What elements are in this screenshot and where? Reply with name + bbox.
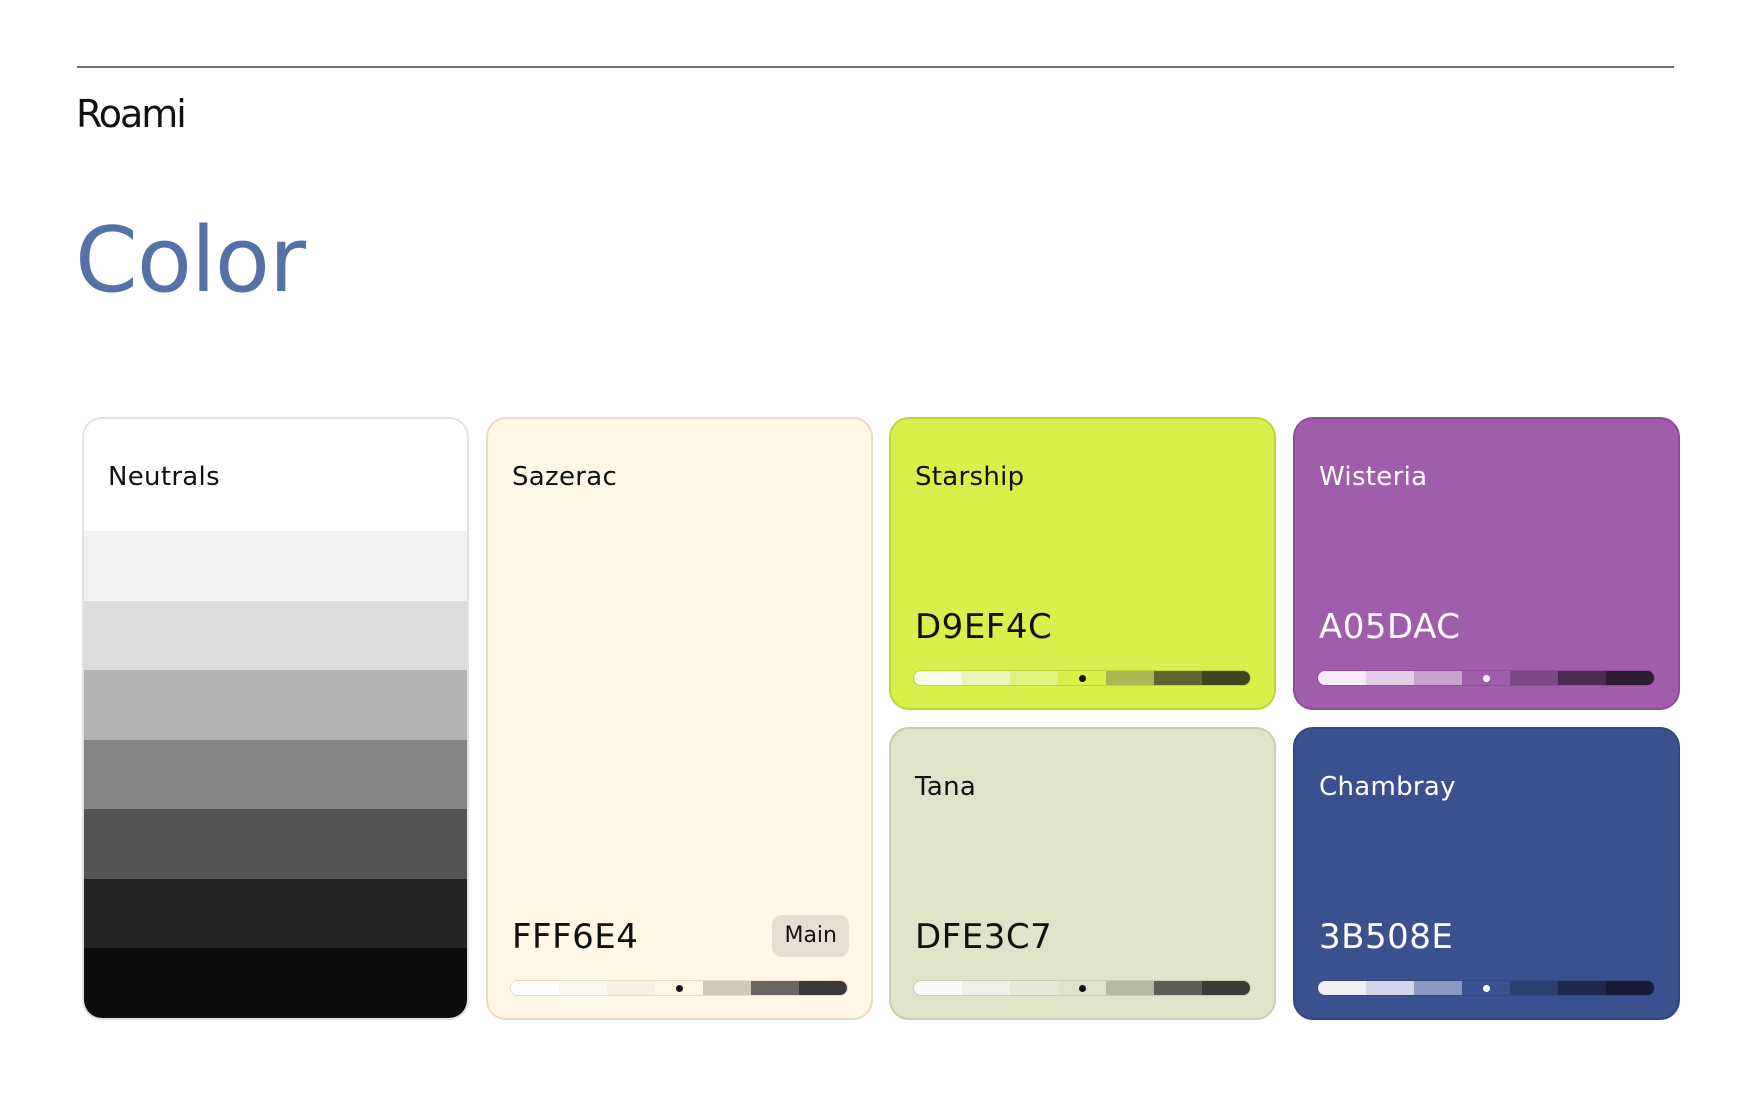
shade-scale [1317,980,1655,996]
shade-segment [1606,981,1654,995]
shade-segment [1010,981,1058,995]
shade-segment [1414,981,1462,995]
shade-segment [559,981,607,995]
card-name: Wisteria [1319,462,1428,492]
card-hex-value: FFF6E4 [512,917,639,957]
neutral-swatch [84,809,467,880]
neutral-swatch [84,878,467,950]
base-shade-marker [1482,984,1490,992]
shade-segment [1414,671,1462,685]
neutral-swatch [84,600,467,672]
base-shade-marker [1482,674,1490,682]
neutral-swatch [84,670,467,741]
card-hex-value: 3B508E [1319,917,1454,957]
base-shade-marker [1078,984,1086,992]
color-card-neutrals[interactable]: Neutrals [82,417,469,1020]
brand-logo: Roami [76,92,187,136]
shade-segment [1058,671,1106,685]
color-card-wisteria[interactable]: Wisteria A05DAC [1293,417,1680,710]
card-hex-value: DFE3C7 [915,917,1053,957]
shade-segment [1318,671,1366,685]
shade-segment [1462,671,1510,685]
shade-segment [655,981,703,995]
shade-segment [1510,671,1558,685]
card-name: Sazerac [512,462,618,492]
page-title: Color [75,208,306,313]
card-name: Starship [915,462,1025,492]
shade-segment [1202,981,1250,995]
shade-segment [1510,981,1558,995]
shade-segment [1106,671,1154,685]
shade-segment [1558,671,1606,685]
card-hex-value: A05DAC [1319,607,1461,647]
shade-scale [510,980,848,996]
shade-segment [1462,981,1510,995]
main-badge: Main [772,915,849,957]
shade-segment [751,981,799,995]
shade-segment [1366,981,1414,995]
color-card-chambray[interactable]: Chambray 3B508E [1293,727,1680,1020]
shade-segment [607,981,655,995]
shade-segment [1010,671,1058,685]
shade-segment [799,981,847,995]
color-card-sazerac[interactable]: Sazerac FFF6E4 Main [486,417,873,1020]
shade-scale [1317,670,1655,686]
card-name: Neutrals [108,462,220,492]
shade-segment [914,981,962,995]
shade-segment [511,981,559,995]
shade-segment [1154,981,1202,995]
card-name: Chambray [1319,772,1456,802]
shade-segment [962,981,1010,995]
card-name: Tana [915,772,977,802]
shade-segment [1366,671,1414,685]
shade-scale [913,670,1251,686]
shade-segment [1058,981,1106,995]
neutral-swatch [84,531,467,602]
shade-segment [914,671,962,685]
neutral-swatch [84,948,467,1018]
shade-segment [1106,981,1154,995]
shade-segment [1606,671,1654,685]
shade-segment [1154,671,1202,685]
color-card-starship[interactable]: Starship D9EF4C [889,417,1276,710]
base-shade-marker [675,984,683,992]
shade-segment [1318,981,1366,995]
neutral-swatch [84,739,467,811]
shade-segment [962,671,1010,685]
base-shade-marker [1078,674,1086,682]
shade-segment [1558,981,1606,995]
card-hex-value: D9EF4C [915,607,1053,647]
top-divider [77,66,1674,68]
shade-scale [913,980,1251,996]
shade-segment [703,981,751,995]
shade-segment [1202,671,1250,685]
color-card-tana[interactable]: Tana DFE3C7 [889,727,1276,1020]
